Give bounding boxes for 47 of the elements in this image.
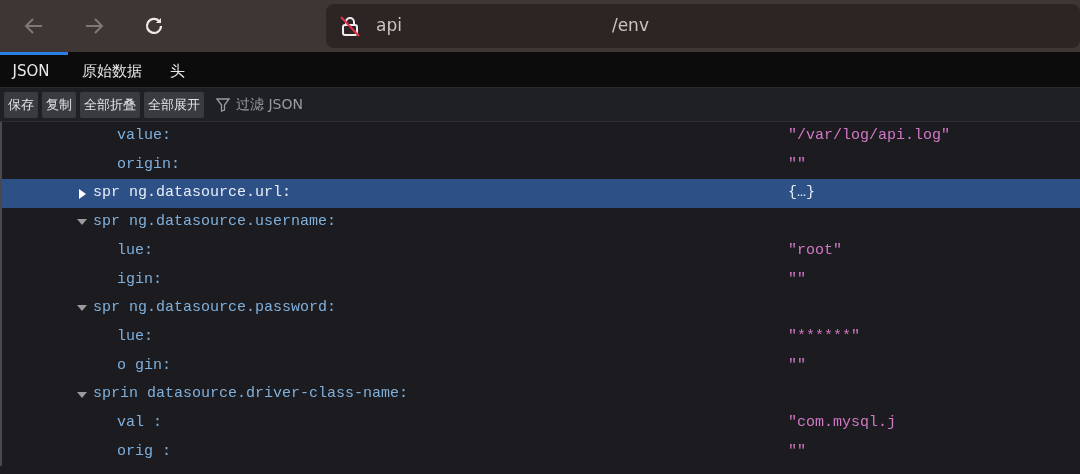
property-key: sprin datasource.driver-class-name:: [93, 383, 409, 406]
tree-row[interactable]: val : "com.mysql.j: [0, 408, 1080, 438]
expand-toggle-icon[interactable]: [77, 389, 87, 400]
tree-row[interactable]: spr ng.datasource.username:: [0, 208, 1080, 237]
tree-row[interactable]: orig : "": [0, 437, 1080, 467]
tree-row[interactable]: lue: "******": [0, 322, 1080, 352]
tree-row[interactable]: sprin datasource.driver-class-name:: [0, 380, 1080, 409]
tree-row[interactable]: o gin: "": [0, 351, 1080, 381]
toolbar-button[interactable]: 全部折叠: [80, 91, 140, 118]
property-value: "******": [788, 326, 860, 347]
url-text: api: [376, 14, 402, 38]
filter-icon: [216, 97, 230, 112]
property-value: "root": [788, 240, 842, 261]
property-key: spr ng.datasource.password:: [93, 297, 337, 320]
address-bar[interactable]: api /env: [326, 4, 1080, 48]
tree-row[interactable]: spr ng.datasource.url: {…}: [0, 179, 1080, 209]
property-value: "/var/log/api.log": [788, 126, 951, 147]
expand-toggle-icon[interactable]: [77, 188, 87, 199]
property-key: spr ng.datasource.username:: [93, 211, 337, 234]
tree-row[interactable]: lue: "root": [0, 236, 1080, 266]
property-key: origin:: [117, 153, 180, 177]
property-value: "": [788, 355, 806, 376]
property-key: lue:: [117, 239, 153, 263]
toolbar-button[interactable]: 复制: [42, 91, 76, 118]
insecure-lock-icon[interactable]: [340, 15, 360, 37]
property-key: lue:: [117, 325, 153, 349]
tab[interactable]: 头: [156, 52, 199, 88]
tree-row[interactable]: value: "/var/log/api.log": [0, 122, 1080, 151]
reload-icon[interactable]: [143, 15, 165, 37]
property-key: o gin:: [117, 354, 171, 378]
url-text: /env: [611, 14, 649, 38]
toolbar-button[interactable]: 全部展开: [144, 91, 204, 118]
property-key: spr ng.datasource.url:: [93, 182, 292, 205]
property-value: {…}: [788, 183, 815, 204]
property-value: "": [788, 269, 806, 290]
property-key: orig :: [117, 440, 171, 464]
filter-field[interactable]: 过滤 JSON: [234, 93, 394, 116]
property-value: "": [788, 441, 806, 462]
property-key: val :: [117, 411, 162, 435]
property-value: "com.mysql.j: [788, 412, 897, 433]
tab[interactable]: 原始数据: [68, 52, 156, 88]
property-value: "": [788, 154, 806, 175]
toolbar-button[interactable]: 保存: [4, 91, 38, 118]
tree-row[interactable]: igin: "": [0, 265, 1080, 295]
property-key: value:: [117, 125, 171, 148]
property-key: igin:: [117, 268, 162, 292]
tree-row[interactable]: spr ng.datasource.password:: [0, 294, 1080, 323]
